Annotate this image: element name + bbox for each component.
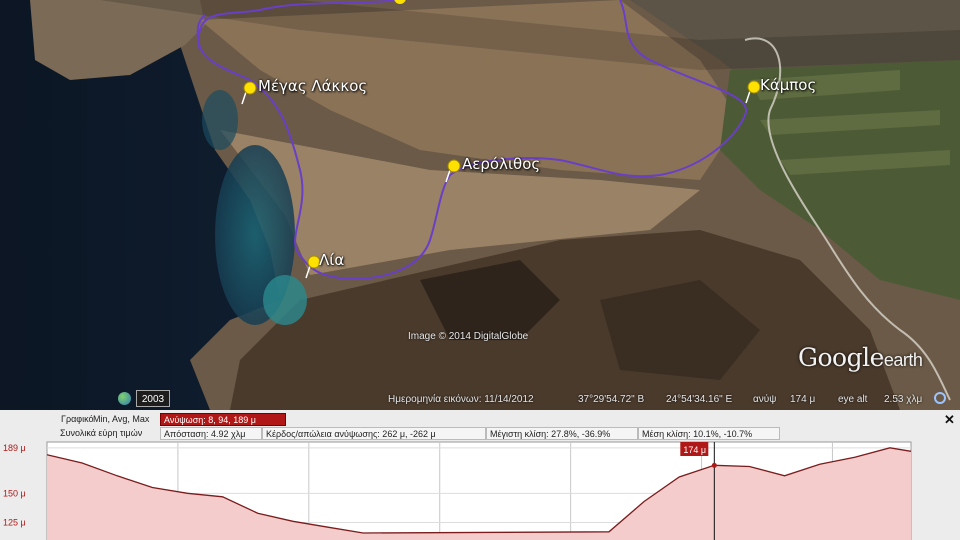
elevation-stats-button[interactable]: Ανύψωση: 8, 94, 189 μ — [160, 413, 286, 426]
min-avg-max-label: Min, Avg, Max — [93, 414, 150, 424]
profile-stats-row-2: Συνολικά εύρη τιμών Απόσταση: 4.92 χλμ Κ… — [0, 427, 960, 440]
place-label-aerolithos: Αερόλιθος — [462, 155, 541, 173]
y-tick-label: 189 μ — [3, 443, 26, 453]
imagery-date: Ημερομηνία εικόνων: 11/14/2012 — [388, 394, 534, 405]
google-earth-logo: Googleearth — [798, 343, 923, 372]
distance-stat: Απόσταση: 4.92 χλμ — [160, 427, 262, 440]
gain-loss-stat: Κέρδος/απώλεια ανύψωσης: 262 μ, -262 μ — [262, 427, 486, 440]
latitude-readout: 37°29'54.72" Β — [578, 394, 645, 405]
elevation-profile-chart[interactable]: 189 μ 150 μ 125 μ 174 μ — [0, 440, 960, 540]
place-label-lia: Λία — [319, 251, 345, 269]
y-tick-label: 125 μ — [3, 518, 26, 528]
logo-google: Google — [798, 343, 884, 372]
range-label: Συνολικά εύρη τιμών — [60, 428, 143, 438]
close-icon[interactable]: ✕ — [944, 412, 955, 428]
profile-stats-row-1: Γραφικό Min, Avg, Max Ανύψωση: 8, 94, 18… — [0, 413, 960, 426]
avg-slope-stat: Μέση κλίση: 10.1%, -10.7% — [638, 427, 780, 440]
imagery-year-button[interactable]: 2003 — [136, 390, 170, 407]
max-slope-stat: Μέγιστη κλίση: 27.8%, -36.9% — [486, 427, 638, 440]
elevation-label: ανύψ — [753, 394, 777, 405]
elevation-value: 174 μ — [790, 394, 816, 405]
image-credit: Image © 2014 DigitalGlobe — [408, 331, 529, 342]
cursor-label: 174 μ — [683, 445, 706, 455]
eye-alt-value: 2.53 χλμ — [884, 394, 923, 405]
eye-alt-label: eye alt — [838, 394, 868, 405]
y-tick-label: 150 μ — [3, 488, 26, 498]
profile-cursor-dot — [711, 462, 717, 468]
place-label-kampos: Κάμπος — [760, 76, 817, 94]
compass-icon[interactable] — [934, 392, 946, 404]
logo-earth: earth — [883, 350, 923, 370]
globe-icon[interactable] — [118, 392, 131, 405]
longitude-readout: 24°54'34.16" Ε — [666, 394, 733, 405]
place-label-megas-lakkos: Μέγας Λάκκος — [258, 77, 368, 95]
